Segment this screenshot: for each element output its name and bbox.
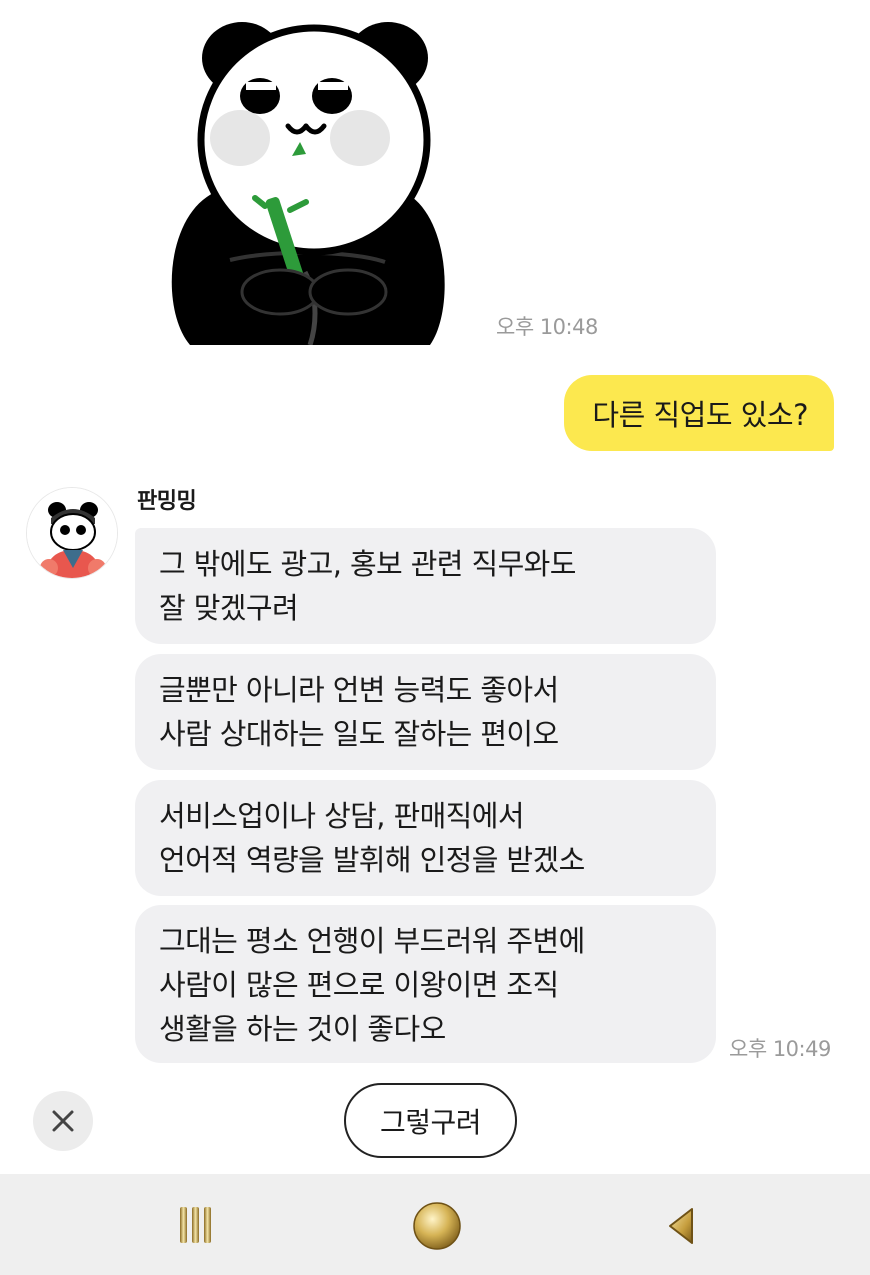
reply-bubble-4[interactable]: 그대는 평소 언행이 부드러워 주변에 사람이 많은 편으로 이왕이면 조직 생… <box>135 905 716 1063</box>
sender-name: 판밍밍 <box>137 489 197 514</box>
recent-apps-icon <box>180 1207 211 1243</box>
reply-bubble-1[interactable]: 그 밖에도 광고, 홍보 관련 직무와도 잘 맞겠구려 <box>135 528 716 644</box>
sticker-timestamp: 오후 10:48 <box>496 315 598 339</box>
recent-apps-button[interactable] <box>176 1205 216 1245</box>
reply-bubble-3[interactable]: 서비스업이나 상담, 판매직에서 언어적 역량을 발휘해 인정을 받겠소 <box>135 780 716 896</box>
reply-bubble-2[interactable]: 글뿐만 아니라 언변 능력도 좋아서 사람 상대하는 일도 잘하는 편이오 <box>135 654 716 770</box>
panda-avatar-icon <box>27 488 117 578</box>
back-icon <box>669 1208 693 1244</box>
panda-sticker[interactable] <box>160 10 452 346</box>
home-button[interactable] <box>412 1201 462 1251</box>
back-button[interactable] <box>666 1206 698 1246</box>
sender-avatar[interactable] <box>26 487 118 579</box>
panda-sticker-image <box>171 22 445 346</box>
quick-reply-chip[interactable]: 그렇구려 <box>344 1083 517 1158</box>
close-icon <box>52 1110 74 1132</box>
home-icon <box>413 1202 461 1250</box>
close-quick-reply-button[interactable] <box>33 1091 93 1151</box>
reply-timestamp: 오후 10:49 <box>729 1037 831 1061</box>
my-message-bubble[interactable]: 다른 직업도 있소? <box>564 375 834 451</box>
system-navigation-bar <box>0 1174 870 1275</box>
